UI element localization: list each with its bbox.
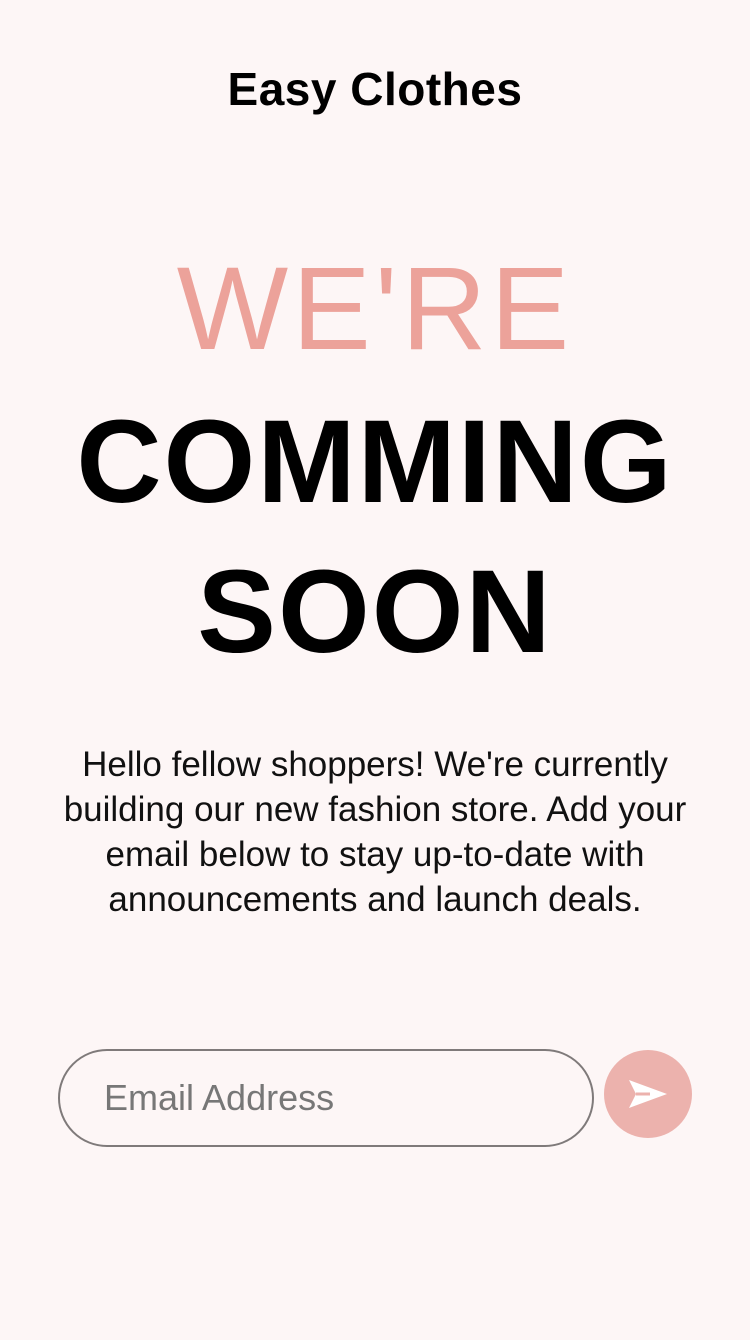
headline-line-2: COMMING (76, 396, 674, 528)
headline-line-3: SOON (197, 546, 553, 678)
coming-soon-page: Easy Clothes WE'RE COMMING SOON Hello fe… (0, 0, 750, 1340)
email-input[interactable] (102, 1076, 566, 1120)
brand-logo: Easy Clothes (227, 63, 523, 115)
email-field-container[interactable] (58, 1049, 594, 1147)
headline-line-1: WE'RE (176, 243, 574, 375)
intro-message: Hello fellow shoppers! We're currently b… (63, 745, 687, 919)
send-arrow-icon (629, 1080, 667, 1108)
submit-email-button[interactable] (604, 1050, 692, 1138)
